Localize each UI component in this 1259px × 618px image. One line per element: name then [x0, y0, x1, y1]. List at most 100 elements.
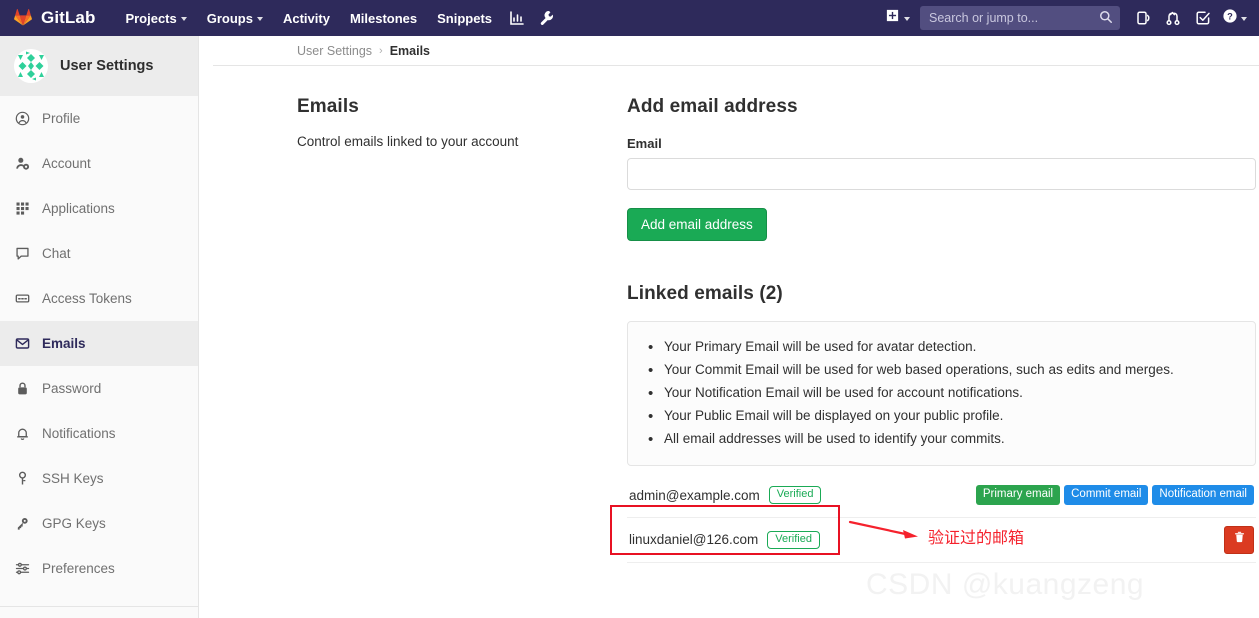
search-input[interactable]	[920, 6, 1120, 30]
merge-requests-icon[interactable]	[1158, 0, 1188, 36]
access-token-card-icon	[14, 291, 30, 307]
delete-email-button[interactable]	[1224, 525, 1254, 554]
gitlab-brand-label: GitLab	[41, 8, 96, 27]
linked-emails-notes: Your Primary Email will be used for avat…	[646, 336, 1239, 451]
list-item: Your Commit Email will be used for web b…	[646, 359, 1239, 382]
linked-emails-info-card: Your Primary Email will be used for avat…	[627, 321, 1256, 466]
add-email-heading: Add email address	[627, 96, 798, 117]
navbar-right-group: ?	[877, 0, 1259, 36]
chevron-down-icon	[180, 16, 187, 21]
sidebar-item-password[interactable]: Password	[0, 366, 198, 411]
page-subtitle: Control emails linked to your account	[297, 134, 519, 149]
sidebar-item-ssh-keys-label: SSH Keys	[42, 471, 104, 486]
nav-link-projects-label: Projects	[125, 10, 177, 26]
analytics-chart-icon[interactable]	[502, 0, 532, 36]
chat-bubble-icon	[14, 246, 30, 262]
table-row: linuxdaniel@126.com Verified	[627, 518, 1256, 563]
profile-user-circle-icon	[14, 111, 30, 127]
envelope-icon	[14, 336, 30, 352]
chevron-down-icon	[1241, 16, 1247, 21]
wrench-admin-icon[interactable]	[532, 0, 562, 36]
svg-text:?: ?	[1227, 11, 1233, 21]
linked-emails-heading: Linked emails (2)	[627, 283, 783, 304]
list-item: Your Primary Email will be used for avat…	[646, 336, 1239, 359]
breadcrumb: User Settings › Emails	[213, 36, 1259, 66]
trash-icon	[1233, 530, 1246, 549]
nav-link-activity[interactable]: Activity	[273, 0, 340, 36]
list-item: All email addresses will be used to iden…	[646, 428, 1239, 451]
help-menu-button[interactable]: ?	[1218, 0, 1253, 36]
account-gear-user-icon	[14, 156, 30, 172]
list-item: Your Notification Email will be used for…	[646, 382, 1239, 405]
add-email-button[interactable]: Add email address	[627, 208, 767, 241]
table-row: admin@example.com Verified Primary email…	[627, 474, 1256, 518]
page-title: Emails	[297, 96, 359, 117]
sidebar-item-emails[interactable]: Emails	[0, 321, 198, 366]
sidebar-item-chat[interactable]: Chat	[0, 231, 198, 276]
help-question-icon: ?	[1222, 8, 1238, 29]
gpg-key-icon	[14, 516, 30, 532]
nav-link-groups-label: Groups	[206, 10, 253, 26]
status-badge: Verified	[767, 530, 820, 549]
nav-link-snippets-label: Snippets	[437, 10, 493, 26]
create-new-button[interactable]	[877, 0, 918, 36]
sidebar-item-gpg-keys[interactable]: GPG Keys	[0, 501, 198, 546]
status-badge-commit-email: Commit email	[1064, 485, 1149, 505]
sidebar-footer-spacer	[0, 606, 199, 618]
sidebar-item-preferences[interactable]: Preferences	[0, 546, 198, 591]
sliders-preferences-icon	[14, 561, 30, 577]
linked-emails-section: Linked emails (2) Your Primary Email wil…	[627, 283, 1256, 563]
nav-link-milestones-label: Milestones	[349, 10, 418, 26]
primary-nav-links: Projects Groups Activity Milestones Snip…	[115, 0, 562, 36]
chevron-down-icon	[904, 16, 910, 21]
breadcrumb-parent[interactable]: User Settings	[297, 44, 372, 58]
chevron-down-icon	[256, 16, 263, 21]
nav-link-activity-label: Activity	[282, 10, 330, 26]
email-input[interactable]	[627, 158, 1256, 190]
status-badge-primary-email: Primary email	[975, 485, 1061, 505]
nav-link-milestones[interactable]: Milestones	[340, 0, 427, 36]
sidebar-item-account-label: Account	[42, 156, 91, 171]
sidebar-item-chat-label: Chat	[42, 246, 71, 261]
gitlab-logo-icon	[12, 5, 34, 31]
email-address: admin@example.com	[629, 487, 760, 503]
main-content: User Settings › Emails Emails Control em…	[213, 36, 1259, 618]
sidebar-item-access-tokens[interactable]: Access Tokens	[0, 276, 198, 321]
applications-grid-icon	[14, 201, 30, 217]
breadcrumb-current[interactable]: Emails	[390, 44, 430, 58]
sidebar-item-applications[interactable]: Applications	[0, 186, 198, 231]
top-navbar: GitLab Projects Groups Activity Mileston…	[0, 0, 1259, 36]
key-icon	[14, 471, 30, 487]
issues-icon[interactable]	[1128, 0, 1158, 36]
plus-square-icon	[885, 8, 900, 28]
nav-link-snippets[interactable]: Snippets	[427, 0, 502, 36]
nav-link-projects[interactable]: Projects	[115, 0, 196, 36]
user-settings-sidebar: User Settings Profile Account Applicatio…	[0, 36, 199, 606]
bell-icon	[14, 426, 30, 442]
sidebar-item-profile[interactable]: Profile	[0, 96, 198, 141]
sidebar-item-ssh-keys[interactable]: SSH Keys	[0, 456, 198, 501]
gitlab-home-link[interactable]: GitLab	[0, 0, 105, 36]
sidebar-item-notifications-label: Notifications	[42, 426, 116, 441]
status-badge-notification-email: Notification email	[1152, 485, 1254, 505]
emails-panel: Emails Control emails linked to your acc…	[213, 66, 1259, 563]
list-item: Your Public Email will be displayed on y…	[646, 405, 1239, 428]
emails-panel-description: Emails Control emails linked to your acc…	[297, 96, 627, 563]
todos-checkmark-icon[interactable]	[1188, 0, 1218, 36]
email-field-label: Email	[627, 136, 662, 151]
email-address: linuxdaniel@126.com	[629, 532, 759, 548]
sidebar-item-gpg-keys-label: GPG Keys	[42, 516, 106, 531]
sidebar-item-emails-label: Emails	[42, 336, 86, 351]
sidebar-item-applications-label: Applications	[42, 201, 115, 216]
sidebar-nav-list: Profile Account Applications Chat Access…	[0, 96, 198, 591]
sidebar-item-notifications[interactable]: Notifications	[0, 411, 198, 456]
email-list: admin@example.com Verified Primary email…	[627, 474, 1256, 563]
sidebar-title: User Settings	[60, 58, 154, 74]
sidebar-item-access-tokens-label: Access Tokens	[42, 291, 132, 306]
breadcrumb-separator: ›	[379, 44, 383, 57]
sidebar-item-account[interactable]: Account	[0, 141, 198, 186]
status-badge: Verified	[768, 486, 822, 505]
sidebar-header[interactable]: User Settings	[0, 36, 198, 96]
search-box[interactable]	[920, 6, 1120, 30]
nav-link-groups[interactable]: Groups	[197, 0, 273, 36]
